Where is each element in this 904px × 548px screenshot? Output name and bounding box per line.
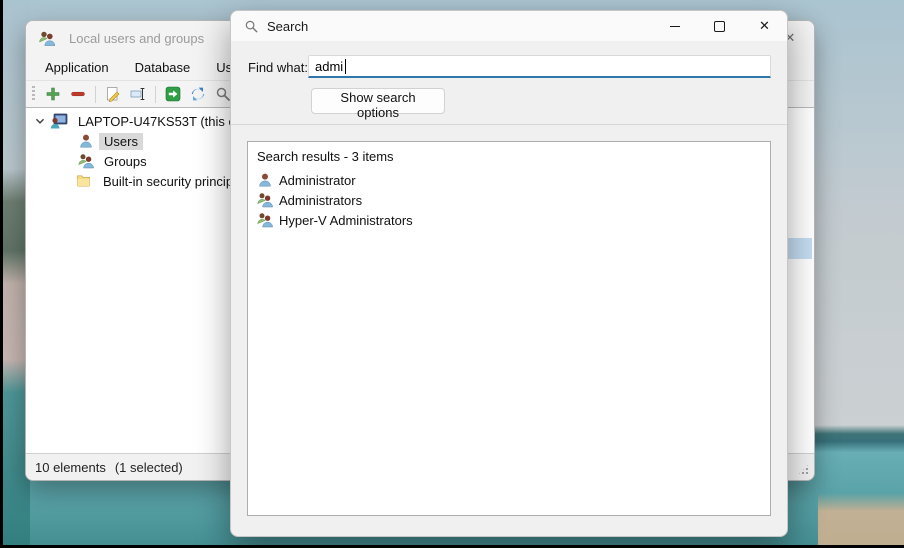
show-search-options-button[interactable]: Show search options [311, 88, 445, 114]
menu-application[interactable]: Application [32, 55, 122, 80]
rename-icon[interactable] [129, 85, 147, 103]
resize-grip[interactable] [797, 463, 810, 476]
window-title: Local users and groups [69, 31, 204, 46]
result-label[interactable]: Administrator [279, 173, 356, 188]
tree-row-groups[interactable]: Groups [78, 151, 152, 171]
result-label[interactable]: Administrators [279, 193, 362, 208]
search-results-list[interactable]: Search results - 3 items Administrator A… [247, 141, 771, 516]
user-icon [257, 172, 273, 188]
search-dialog: Search ✕ Find what: Show search options … [230, 10, 788, 537]
tree-label-groups[interactable]: Groups [99, 153, 152, 170]
edit-icon[interactable] [104, 85, 122, 103]
group-icon [78, 153, 94, 169]
status-selection: (1 selected) [115, 460, 183, 475]
group-icon [257, 192, 273, 208]
result-row-hyperv-administrators[interactable]: Hyper-V Administrators [257, 210, 761, 230]
users-app-icon [38, 30, 56, 46]
toolbar-grip[interactable] [32, 86, 35, 102]
dialog-titlebar[interactable]: Search ✕ [231, 11, 787, 41]
desktop: Local users and groups ✕ Application Dat… [0, 0, 904, 548]
dialog-divider [231, 124, 787, 125]
result-row-administrators[interactable]: Administrators [257, 190, 761, 210]
find-what-field [308, 55, 771, 78]
text-caret [345, 59, 346, 74]
list-selected-row[interactable] [787, 238, 812, 259]
search-results-header: Search results - 3 items [257, 149, 761, 164]
tree-row-builtin[interactable]: Built-in security principal [75, 171, 248, 191]
window-controls: ✕ [652, 11, 787, 41]
search-icon [244, 19, 259, 34]
user-icon [78, 133, 94, 149]
go-icon[interactable] [164, 85, 182, 103]
toolbar-separator [155, 86, 156, 103]
maximize-icon[interactable] [697, 11, 742, 41]
folder-icon [75, 173, 93, 189]
chevron-down-icon[interactable] [34, 115, 46, 127]
tree-row-users[interactable]: Users [78, 131, 143, 151]
group-icon [257, 212, 273, 228]
close-icon[interactable]: ✕ [742, 11, 787, 41]
menu-database[interactable]: Database [122, 55, 204, 80]
delete-icon[interactable] [69, 85, 87, 103]
refresh-icon[interactable] [189, 85, 207, 103]
status-elements-count: 10 elements [35, 460, 106, 475]
wallpaper-grass [818, 493, 904, 545]
toolbar-separator [95, 86, 96, 103]
tree-label-builtin[interactable]: Built-in security principal [98, 173, 248, 190]
tree-label-users[interactable]: Users [99, 133, 143, 150]
find-what-input[interactable] [308, 55, 771, 78]
dialog-title: Search [267, 19, 308, 34]
computer-icon [50, 113, 68, 129]
minimize-icon[interactable] [652, 11, 697, 41]
result-label[interactable]: Hyper-V Administrators [279, 213, 413, 228]
add-icon[interactable] [44, 85, 62, 103]
result-row-administrator[interactable]: Administrator [257, 170, 761, 190]
find-what-label: Find what: [248, 60, 308, 75]
